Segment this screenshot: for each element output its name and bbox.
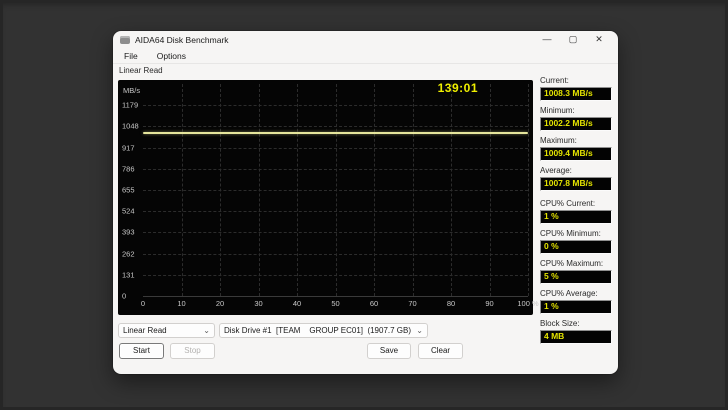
app-icon: [120, 35, 130, 44]
throughput-line: [143, 131, 528, 134]
y-gridline: [143, 190, 528, 191]
stat-maximum: Maximum: 1009.4 MB/s: [540, 136, 612, 161]
elapsed-time: 139:01: [437, 81, 478, 95]
y-gridline: [143, 253, 528, 255]
stat-value: 1 %: [540, 300, 612, 314]
y-gridline: [143, 232, 528, 234]
stat-label: CPU% Maximum:: [540, 259, 604, 268]
desktop-background: AIDA64 Disk Benchmark — ▢ ✕ File Options…: [0, 0, 728, 410]
y-tick-label: 524: [122, 206, 135, 216]
y-tick-label: 917: [122, 143, 135, 153]
benchmark-type-select[interactable]: Linear Read ⌄: [118, 323, 215, 338]
stat-label: CPU% Minimum:: [540, 229, 601, 238]
clear-button[interactable]: Clear: [418, 343, 463, 359]
y-tick-label: 393: [122, 227, 135, 237]
x-tick-label: 40: [292, 299, 302, 308]
drive-select[interactable]: Disk Drive #1 [TEAM GROUP EC01] (1907.7 …: [219, 323, 428, 338]
close-icon[interactable]: ✕: [586, 31, 612, 48]
stat-label: Minimum:: [540, 106, 575, 115]
x-tick-label: 50: [331, 299, 340, 308]
x-tick-label: 30: [254, 299, 263, 308]
benchmark-type-select-value: Linear Read: [123, 326, 167, 335]
window-title: AIDA64 Disk Benchmark: [135, 34, 229, 45]
drive-select-value: Disk Drive #1 [TEAM GROUP EC01] (1907.7 …: [224, 326, 412, 335]
y-tick-label: 1048: [122, 121, 139, 131]
y-gridline: [143, 105, 528, 107]
stat-label: Average:: [540, 166, 572, 175]
y-tick-label: 655: [122, 185, 135, 195]
y-tick-label: 131: [122, 270, 135, 280]
y-tick-label: 786: [122, 164, 135, 174]
stat-label: CPU% Average:: [540, 289, 598, 298]
stat-value: 1002.2 MB/s: [540, 117, 612, 131]
y-gridline: [143, 147, 528, 149]
stat-cpu-minimum: CPU% Minimum: 0 %: [540, 229, 612, 254]
stat-value: 5 %: [540, 270, 612, 284]
x-tick-label: 100 %: [517, 299, 539, 308]
window-controls: — ▢ ✕: [534, 31, 612, 48]
stat-average: Average: 1007.8 MB/s: [540, 166, 612, 191]
stat-value: 1009.4 MB/s: [540, 147, 612, 161]
plot-area: 0 10 20 30 40 50 60 70 80 90 100 % 1179 1048 917 786 65…: [122, 84, 539, 308]
maximize-icon[interactable]: ▢: [560, 31, 586, 48]
x-tick-label: 20: [215, 299, 225, 308]
x-tick-label: 0: [140, 299, 146, 308]
y-tick-label: 0: [122, 291, 127, 301]
x-tick-label: 80: [446, 299, 456, 308]
y-tick-label: 262: [122, 249, 135, 259]
stat-cpu-average: CPU% Average: 1 %: [540, 289, 612, 314]
x-gridline: [528, 84, 529, 296]
x-tick-label: 70: [408, 299, 417, 308]
minimize-icon[interactable]: —: [534, 31, 560, 48]
chevron-down-icon: ⌄: [416, 325, 423, 335]
save-button[interactable]: Save: [367, 343, 411, 359]
y-gridline: [143, 211, 528, 213]
y-gridline: [143, 274, 528, 276]
menu-bar: File Options: [113, 48, 618, 64]
y-gridline: [143, 168, 528, 170]
stat-label: Maximum:: [540, 136, 577, 145]
stat-value: 4 MB: [540, 330, 612, 344]
aida64-disk-benchmark-window: AIDA64 Disk Benchmark — ▢ ✕ File Options…: [113, 31, 618, 374]
stat-value: 0 %: [540, 240, 612, 254]
stat-label: Current:: [540, 76, 569, 85]
stat-cpu-maximum: CPU% Maximum: 5 %: [540, 259, 612, 284]
benchmark-chart: MB/s 0 10 20 30 40 50 60 70 80 90 100 % 1179 1048 917…: [118, 80, 539, 315]
menu-file[interactable]: File: [121, 50, 141, 62]
stat-cpu-current: CPU% Current: 1 %: [540, 199, 612, 224]
y-gridline: [143, 126, 528, 128]
x-tick-label: 90: [485, 299, 494, 308]
stat-label: Block Size:: [540, 319, 580, 328]
chevron-down-icon: ⌄: [203, 325, 210, 335]
stat-minimum: Minimum: 1002.2 MB/s: [540, 106, 612, 131]
stat-value: 1 %: [540, 210, 612, 224]
x-tick-label: 60: [369, 299, 379, 308]
x-tick-label: 10: [177, 299, 186, 308]
stat-value: 1008.3 MB/s: [540, 87, 612, 101]
benchmark-type-label: Linear Read: [119, 66, 163, 75]
y-tick-label: 1179: [122, 100, 139, 110]
menu-options[interactable]: Options: [154, 50, 189, 62]
stat-label: CPU% Current:: [540, 199, 596, 208]
stat-block-size: Block Size: 4 MB: [540, 319, 612, 344]
y-axis-unit-label: MB/s: [123, 86, 141, 95]
stop-button[interactable]: Stop: [170, 343, 215, 359]
stat-value: 1007.8 MB/s: [540, 177, 612, 191]
title-bar[interactable]: AIDA64 Disk Benchmark — ▢ ✕: [113, 31, 618, 48]
stat-current: Current: 1008.3 MB/s: [540, 76, 612, 101]
start-button[interactable]: Start: [119, 343, 164, 359]
